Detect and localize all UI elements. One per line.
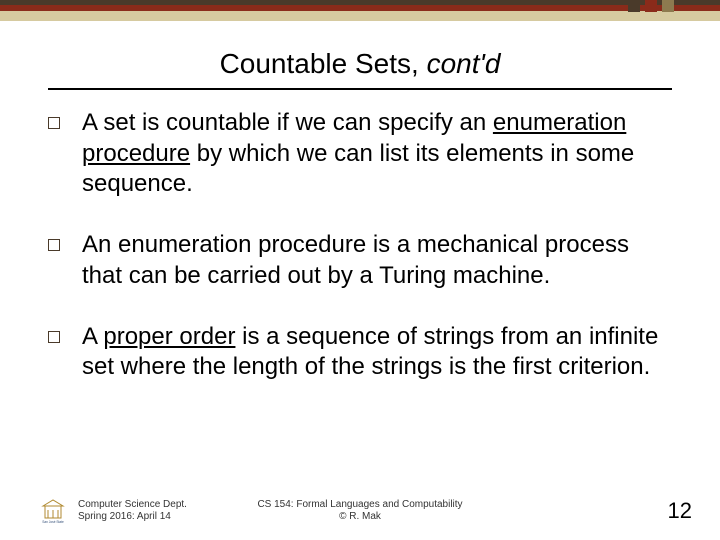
bullet-text: A proper order is a sequence of strings …: [82, 322, 672, 383]
bullet-item: An enumeration procedure is a mechanical…: [48, 230, 672, 291]
course-line: CS 154: Formal Languages and Computabili…: [0, 499, 720, 512]
bullet-text: An enumeration procedure is a mechanical…: [82, 230, 672, 291]
underlined-term: proper order: [103, 323, 235, 350]
corner-squares: [628, 0, 674, 12]
bullet-box-icon: [48, 117, 60, 129]
title-main: Countable Sets,: [220, 48, 427, 79]
copyright-line: © R. Mak: [0, 511, 720, 524]
bullet-text: A set is countable if we can specify an …: [82, 108, 672, 200]
slide-title: Countable Sets, cont'd: [0, 48, 720, 80]
page-number: 12: [668, 498, 692, 524]
footer-center: CS 154: Formal Languages and Computabili…: [0, 499, 720, 524]
bullet-item: A proper order is a sequence of strings …: [48, 322, 672, 383]
slide-body: A set is countable if we can specify an …: [48, 108, 672, 413]
title-italic: cont'd: [427, 48, 501, 79]
title-underline: [48, 88, 672, 90]
bullet-item: A set is countable if we can specify an …: [48, 108, 672, 200]
bullet-box-icon: [48, 331, 60, 343]
slide-footer: San José State Computer Science Dept. Sp…: [0, 498, 720, 524]
top-decoration: [0, 0, 720, 21]
bullet-box-icon: [48, 239, 60, 251]
